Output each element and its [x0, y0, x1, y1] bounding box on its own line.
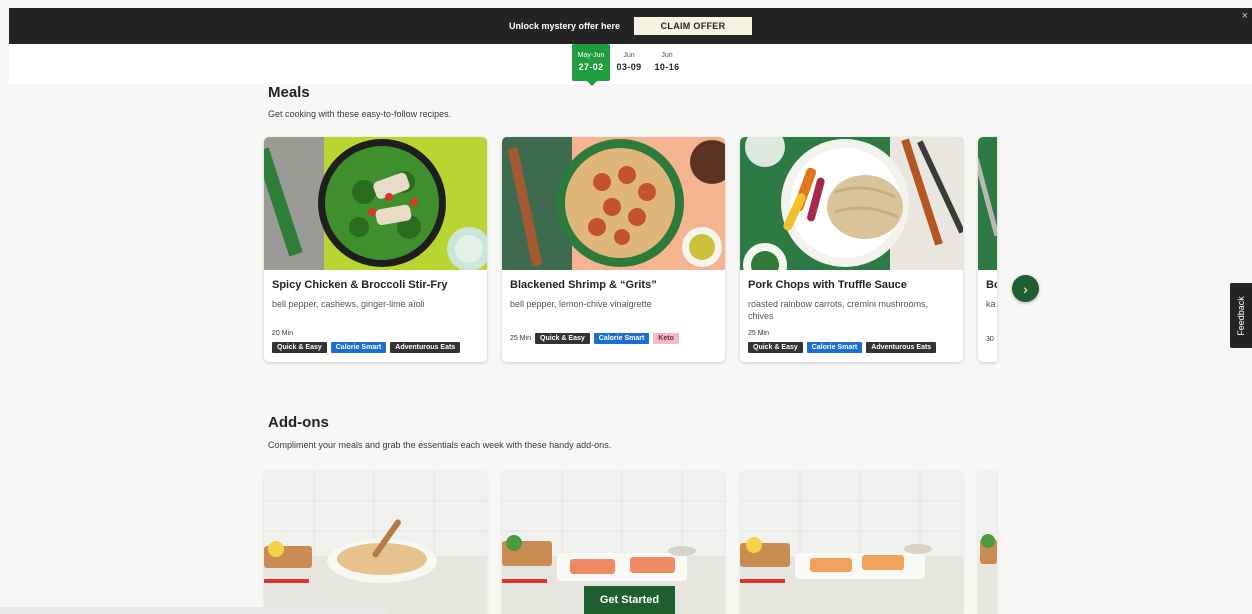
- carousel-next-button[interactable]: ›: [1012, 275, 1039, 302]
- meal-meta: 25 Min Quick & Easy Calorie Smart Keto: [510, 333, 679, 344]
- meal-time: 25 Min: [748, 330, 770, 337]
- meal-image: [502, 137, 725, 270]
- offer-text: Unlock mystery offer here: [508, 21, 621, 31]
- week-days: 10-16: [654, 62, 680, 72]
- offer-banner: Unlock mystery offer here CLAIM OFFER ×: [9, 8, 1252, 44]
- meal-card-1[interactable]: Spicy Chicken & Broccoli Stir-Fry bell p…: [264, 137, 487, 362]
- meal-title: Blackened Shrimp & “Grits”: [510, 279, 657, 291]
- addon-card-3[interactable]: [740, 471, 963, 614]
- meal-tags: Quick & Easy Calorie Smart Keto: [535, 333, 679, 344]
- meal-description: ka: [986, 299, 996, 309]
- tag-badge: Calorie Smart: [806, 342, 863, 353]
- close-icon[interactable]: ×: [1242, 10, 1248, 22]
- week-selector: May-Jun 27-02 Jun 03-09 Jun 10-16: [572, 44, 686, 81]
- meal-description: roasted rainbow carrots, cremini mushroo…: [748, 299, 929, 321]
- week-tab-3[interactable]: Jun 10-16: [648, 44, 686, 81]
- meal-time: 30: [986, 336, 994, 343]
- tag-badge: Adventurous Eats: [866, 342, 937, 353]
- get-started-button[interactable]: Get Started: [584, 586, 675, 614]
- tag-badge: Adventurous Eats: [390, 342, 461, 353]
- meal-tags: Quick & Easy Calorie Smart Adventurous E…: [748, 342, 937, 353]
- meal-card-3[interactable]: Pork Chops with Truffle Sauce roasted ra…: [740, 137, 963, 362]
- chevron-right-icon: ›: [1023, 280, 1028, 297]
- addon-image: [978, 471, 997, 614]
- week-days: 27-02: [578, 62, 604, 72]
- meals-title: Meals: [268, 84, 310, 101]
- meal-image: [978, 137, 997, 270]
- meal-time: 20 Min: [272, 330, 294, 337]
- meal-title: Pork Chops with Truffle Sauce: [748, 279, 907, 291]
- week-selector-bar: May-Jun 27-02 Jun 03-09 Jun 10-16: [9, 44, 1252, 86]
- feedback-tab[interactable]: Feedback: [1230, 283, 1252, 348]
- meal-description: bell pepper, cashews, ginger-lime aïoli: [272, 299, 425, 309]
- week-month: Jun: [623, 52, 635, 59]
- week-month: May-Jun: [577, 52, 605, 59]
- meal-title: Spicy Chicken & Broccoli Stir-Fry: [272, 279, 448, 291]
- tag-badge: Keto: [653, 333, 679, 344]
- meal-description: bell pepper, lemon-chive vinaigrette: [510, 299, 652, 309]
- meal-card-2[interactable]: Blackened Shrimp & “Grits” bell pepper, …: [502, 137, 725, 362]
- tag-badge: Quick & Easy: [748, 342, 803, 353]
- week-tab-1[interactable]: May-Jun 27-02: [572, 44, 610, 81]
- tag-badge: Quick & Easy: [535, 333, 590, 344]
- week-month: Jun: [661, 52, 673, 59]
- addons-subtitle: Compliment your meals and grab the essen…: [268, 440, 612, 450]
- meal-tags: Quick & Easy Calorie Smart Adventurous E…: [272, 342, 461, 353]
- addon-card-1[interactable]: [264, 471, 487, 614]
- meal-card-4[interactable]: Bo ka 30: [978, 137, 997, 362]
- meal-title: Bo: [986, 279, 997, 291]
- addon-image: [264, 471, 487, 614]
- meal-image: [740, 137, 963, 270]
- meals-subtitle: Get cooking with these easy-to-follow re…: [268, 109, 452, 119]
- addons-title: Add-ons: [268, 414, 329, 431]
- claim-offer-button[interactable]: CLAIM OFFER: [634, 17, 753, 35]
- tag-badge: Calorie Smart: [593, 333, 650, 344]
- addon-card-4[interactable]: [978, 471, 997, 614]
- tag-badge: Calorie Smart: [330, 342, 387, 353]
- meal-time: 25 Min: [510, 335, 532, 342]
- addon-image: [740, 471, 963, 614]
- week-tab-2[interactable]: Jun 03-09: [610, 44, 648, 81]
- browser-status-url: [0, 607, 388, 614]
- feedback-label: Feedback: [1236, 295, 1246, 336]
- week-days: 03-09: [616, 62, 642, 72]
- meal-image: [264, 137, 487, 270]
- active-week-indicator: [587, 81, 597, 86]
- tag-badge: Quick & Easy: [272, 342, 327, 353]
